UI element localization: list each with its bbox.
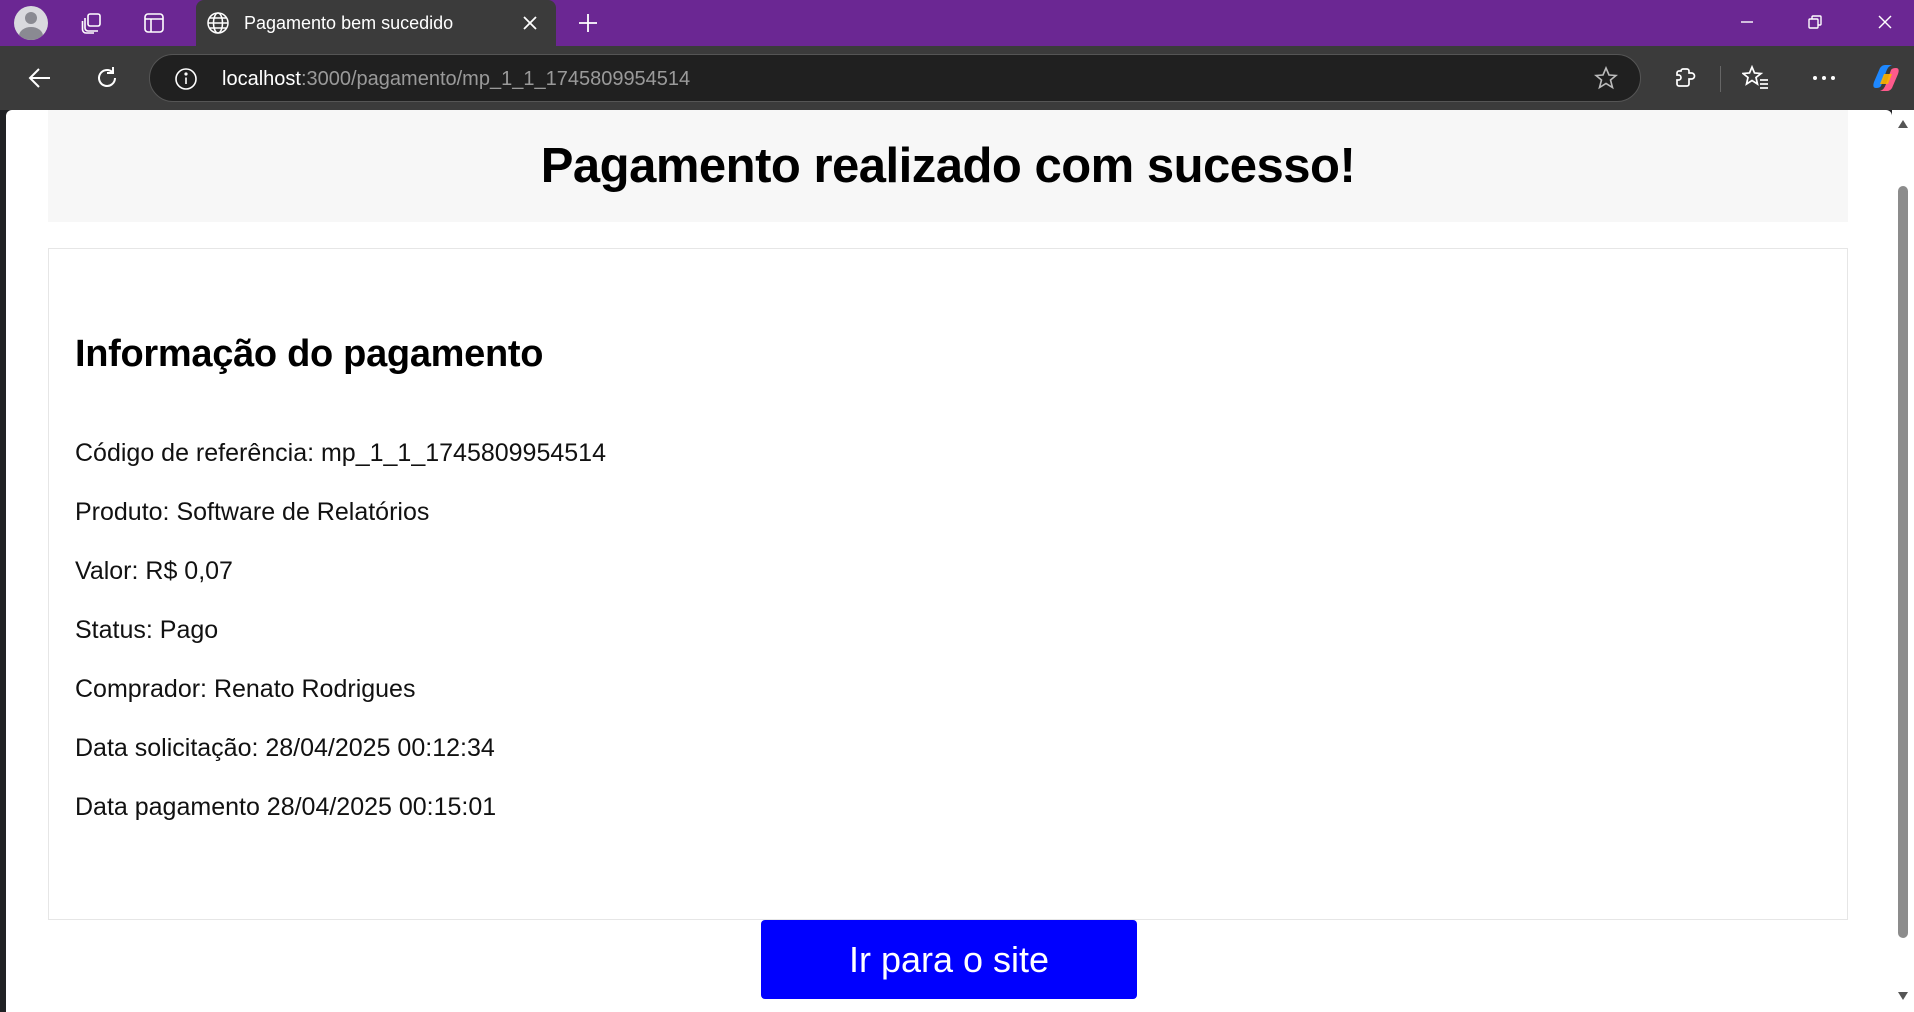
favorites-icon[interactable] [1738, 60, 1774, 96]
scroll-up-arrow-icon[interactable] [1897, 116, 1909, 134]
reload-icon[interactable] [89, 60, 125, 96]
new-tab-icon[interactable] [572, 7, 604, 39]
page-scrollbar[interactable] [1892, 110, 1914, 1012]
favorite-star-icon[interactable] [1593, 65, 1619, 95]
copilot-icon[interactable] [1870, 62, 1902, 94]
amount-line: Valor: R$ 0,07 [75, 557, 233, 585]
buyer-line: Comprador: Renato Rodrigues [75, 675, 416, 703]
restore-icon[interactable] [1780, 0, 1850, 44]
more-options-icon[interactable] [1806, 60, 1842, 96]
tab-actions-icon[interactable] [138, 7, 170, 39]
reference-code-line: Código de referência: mp_1_1_17458099545… [75, 439, 606, 467]
profile-avatar[interactable] [14, 6, 48, 40]
url-text[interactable]: localhost:3000/pagamento/mp_1_1_17458099… [222, 68, 690, 91]
globe-icon [206, 11, 230, 40]
success-header: Pagamento realizado com sucesso! [48, 110, 1848, 222]
page-viewport: Pagamento realizado com sucesso! Informa… [6, 110, 1892, 1012]
active-tab[interactable]: Pagamento bem sucedido [196, 0, 556, 47]
back-icon[interactable] [22, 60, 58, 96]
status-line: Status: Pago [75, 616, 219, 644]
scroll-down-arrow-icon[interactable] [1897, 988, 1909, 1006]
page-title: Pagamento realizado com sucesso! [540, 139, 1356, 193]
minimize-icon[interactable] [1712, 0, 1782, 44]
payment-date-line: Data pagamento 28/04/2025 00:15:01 [75, 793, 497, 821]
toolbar-divider [1720, 66, 1721, 92]
payment-info-card: Informação do pagamento Código de referê… [48, 248, 1848, 920]
tab-title: Pagamento bem sucedido [244, 13, 454, 33]
extensions-icon[interactable] [1668, 60, 1704, 96]
product-line: Produto: Software de Relatórios [75, 498, 430, 526]
tab-strip: Pagamento bem sucedido [0, 0, 1914, 47]
go-to-site-button[interactable]: Ir para o site [761, 920, 1137, 999]
window-close-icon[interactable] [1850, 0, 1914, 44]
section-title: Informação do pagamento [75, 333, 544, 375]
scroll-thumb[interactable] [1898, 186, 1908, 938]
workspaces-icon[interactable] [76, 7, 108, 39]
close-tab-icon[interactable] [518, 11, 542, 35]
browser-toolbar: localhost:3000/pagamento/mp_1_1_17458099… [0, 46, 1914, 110]
site-info-icon[interactable] [174, 67, 198, 96]
request-date-line: Data solicitação: 28/04/2025 00:12:34 [75, 734, 495, 762]
address-bar[interactable]: localhost:3000/pagamento/mp_1_1_17458099… [149, 54, 1641, 102]
